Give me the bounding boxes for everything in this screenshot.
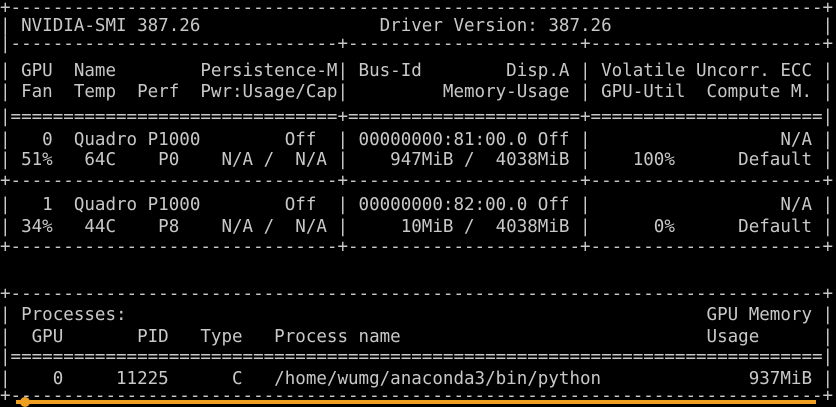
- table-double-divider: |===============================+=======…: [0, 107, 834, 127]
- highlight-bar: [16, 400, 816, 404]
- table-divider: |-------------------------------+-------…: [0, 34, 834, 54]
- processes-border-top: +---------------------------------------…: [0, 284, 834, 304]
- gpu-0-row-2: | 51% 64C P0 N/A / N/A | 947MiB / 4038Mi…: [0, 150, 834, 170]
- gpu-0-row-1: | 0 Quadro P1000 Off | 00000000:81:00.0 …: [0, 130, 834, 150]
- table-border-top: +---------------------------------------…: [0, 0, 834, 18]
- processes-column-header: | GPU PID Type Process name Usage |: [0, 327, 834, 347]
- header-version-row: | NVIDIA-SMI 387.26 Driver Version: 387.…: [0, 16, 834, 36]
- highlight-underline: [0, 397, 836, 407]
- terminal-window[interactable]: +---------------------------------------…: [0, 0, 836, 407]
- gpu-1-row-2: | 34% 44C P8 N/A / N/A | 10MiB / 4038MiB…: [0, 217, 834, 237]
- processes-double-divider: |=======================================…: [0, 347, 834, 367]
- highlight-dot-icon: [20, 397, 30, 407]
- gpu-column-header-2: | Fan Temp Perf Pwr:Usage/Cap| Memory-Us…: [0, 82, 834, 102]
- processes-title-row: | Processes: GPU Memory |: [0, 305, 834, 325]
- table-border-bottom: +-------------------------------+-------…: [0, 237, 834, 257]
- table-divider: +-------------------------------+-------…: [0, 171, 834, 191]
- gpu-1-row-1: | 1 Quadro P1000 Off | 00000000:82:00.0 …: [0, 195, 834, 215]
- gpu-column-header-1: | GPU Name Persistence-M| Bus-Id Disp.A …: [0, 61, 834, 81]
